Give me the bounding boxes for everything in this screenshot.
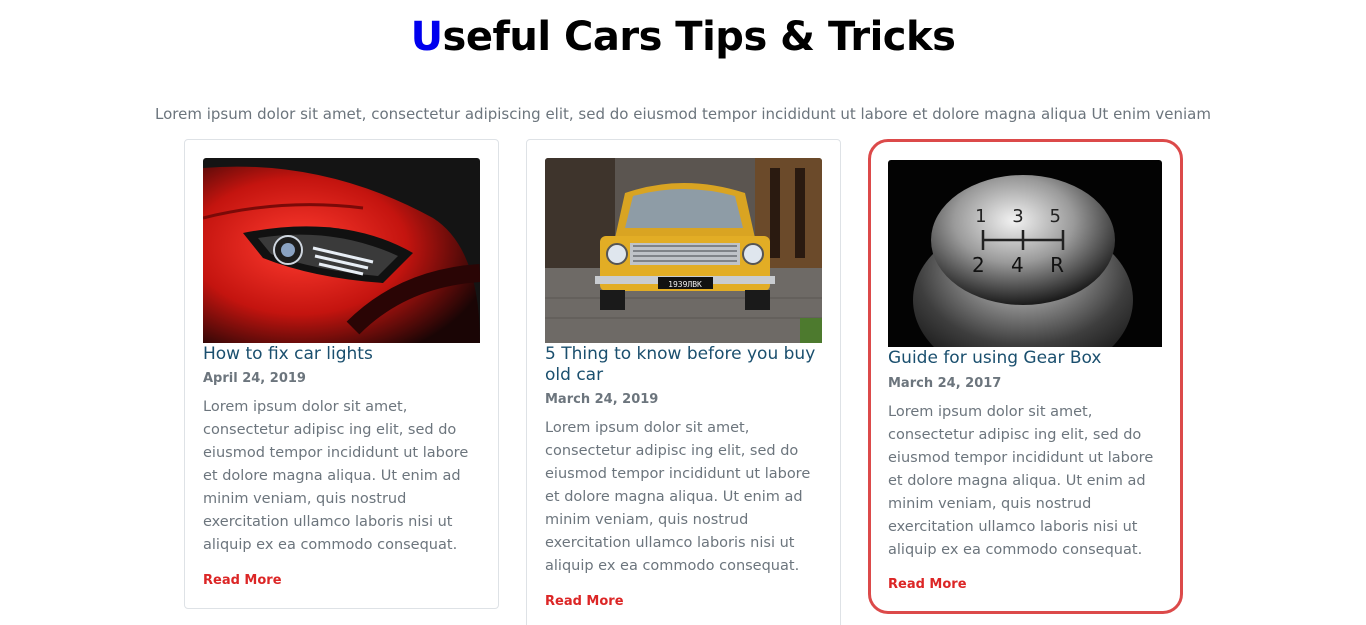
- read-more-link[interactable]: Read More: [888, 576, 967, 594]
- gear-top-labels: 1 3 5: [975, 206, 1071, 227]
- card-image-gear-knob[interactable]: 1 3 5 2 4 R: [888, 160, 1162, 347]
- title-accent-letter: U: [410, 14, 443, 60]
- card-excerpt: Lorem ipsum dolor sit amet, consectetur …: [545, 420, 811, 574]
- card-excerpt: Lorem ipsum dolor sit amet, consectetur …: [203, 399, 469, 553]
- article-card-old-car: 1939ЛВК 5 Thing to know before you buy o…: [526, 139, 841, 625]
- title-text: seful Cars Tips & Tricks: [442, 14, 956, 60]
- gear-bottom-labels: 2 4 R: [972, 253, 1074, 277]
- card-excerpt: Lorem ipsum dolor sit amet, consectetur …: [888, 404, 1154, 558]
- page-title: Useful Cars Tips & Tricks: [0, 10, 1366, 64]
- article-card-gear-box: 1 3 5 2 4 R Guide for using Gear Box Mar…: [868, 139, 1183, 614]
- license-plate-text: 1939ЛВК: [668, 280, 702, 289]
- article-card-car-lights: How to fix car lights April 24, 2019 Lor…: [184, 139, 499, 609]
- page-subtitle: Lorem ipsum dolor sit amet, consectetur …: [155, 105, 1211, 123]
- page: Useful Cars Tips & Tricks Lorem ipsum do…: [0, 0, 1366, 625]
- card-image-yellow-car[interactable]: 1939ЛВК: [545, 158, 822, 343]
- card-date: March 24, 2019: [545, 392, 659, 407]
- read-more-link[interactable]: Read More: [545, 593, 624, 611]
- card-title[interactable]: Guide for using Gear Box: [888, 348, 1162, 369]
- card-title[interactable]: How to fix car lights: [203, 344, 480, 365]
- card-image-red-car[interactable]: [203, 158, 480, 343]
- card-date: April 24, 2019: [203, 371, 306, 386]
- card-title[interactable]: 5 Thing to know before you buy old car: [545, 344, 822, 386]
- card-date: March 24, 2017: [888, 376, 1002, 391]
- read-more-link[interactable]: Read More: [203, 572, 282, 590]
